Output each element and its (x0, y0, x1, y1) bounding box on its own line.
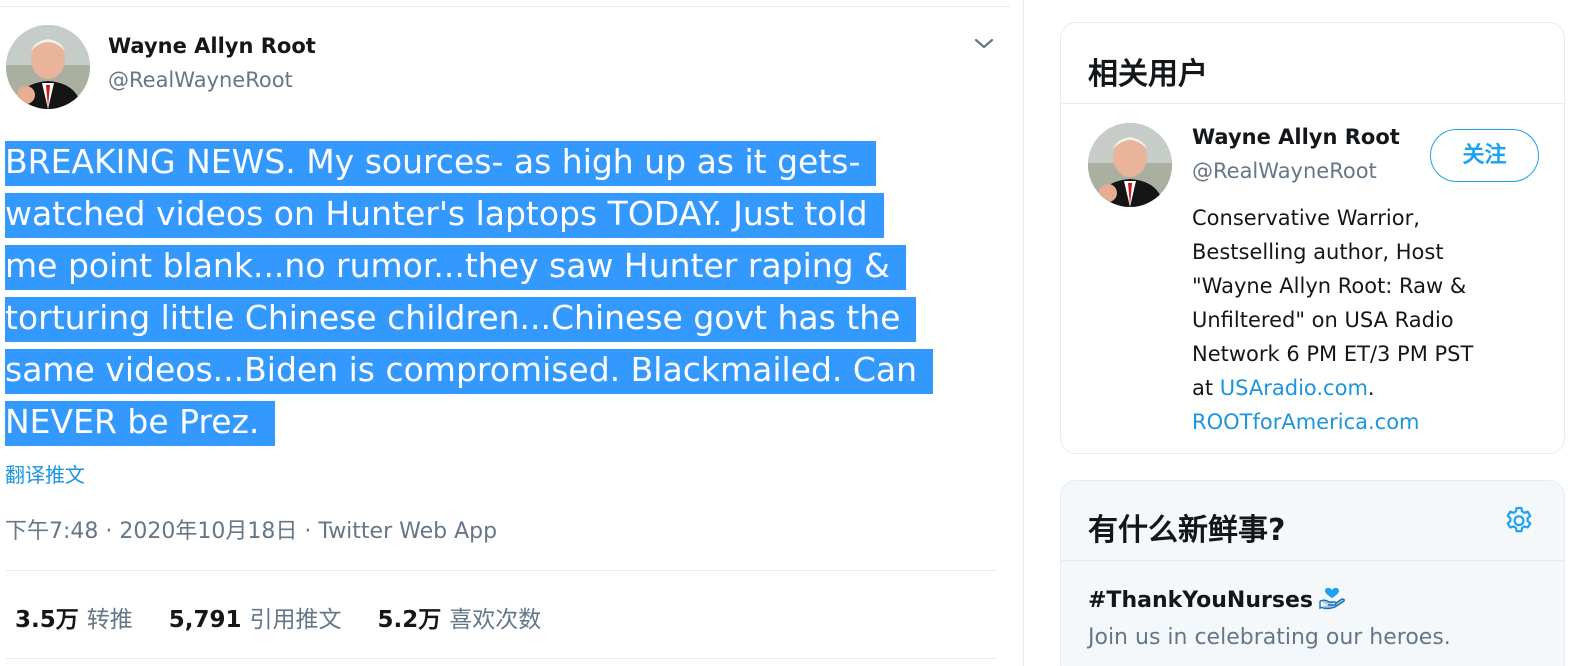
related-user-name[interactable]: Wayne Allyn Root (1192, 125, 1400, 149)
tweet-text-line: watched videos on Hunter's laptops TODAY… (5, 193, 884, 238)
bio-line: Unfiltered" on USA Radio (1192, 308, 1454, 332)
tweet-text-line: NEVER be Prez. (5, 401, 276, 446)
trend-item[interactable]: #ThankYouNurses (1088, 585, 1347, 613)
bio-link-usaradio[interactable]: USAradio.com (1220, 376, 1368, 400)
related-users-card: 相关用户 Wayne Allyn Root @RealWayneRoot 关注 … (1060, 22, 1565, 454)
bio-line: Bestselling author, Host (1192, 240, 1444, 264)
tweet-text-line: BREAKING NEWS. My sources- as high up as… (5, 141, 877, 186)
tweet-date: 2020年10月18日 (119, 519, 298, 544)
gear-icon[interactable] (1503, 505, 1535, 537)
divider (6, 658, 997, 659)
tweet-text-line: torturing little Chinese children...Chin… (5, 297, 917, 342)
tweet-text-line: me point blank...no rumor...they saw Hun… (5, 245, 906, 290)
likes-label: 喜欢次数 (449, 607, 542, 633)
divider (1061, 560, 1564, 561)
related-users-title: 相关用户 (1088, 57, 1208, 92)
bio-line: "Wayne Allyn Root: Raw & (1192, 274, 1467, 298)
follow-button[interactable]: 关注 (1430, 129, 1539, 182)
chevron-down-icon[interactable] (972, 34, 996, 54)
tweet-text-line: same videos...Biden is compromised. Blac… (5, 349, 934, 394)
meta-separator: · (304, 519, 312, 544)
retweets-stat[interactable]: 3.5万 转推 (15, 600, 133, 634)
bio-text: . (1367, 376, 1375, 400)
tweet-source: Twitter Web App (318, 519, 498, 544)
author-handle[interactable]: @RealWayneRoot (108, 68, 293, 92)
whats-happening-card: 有什么新鲜事? #ThankYouNurses Join us in celeb… (1060, 480, 1565, 666)
divider (6, 570, 997, 571)
author-name[interactable]: Wayne Allyn Root (108, 34, 316, 58)
bio-line: at USAradio.com. (1192, 371, 1542, 405)
quotes-stat[interactable]: 5,791 引用推文 (169, 600, 342, 634)
whats-happening-title: 有什么新鲜事? (1088, 513, 1286, 548)
likes-stat[interactable]: 5.2万 喜欢次数 (378, 600, 542, 634)
related-user-avatar[interactable] (1088, 123, 1172, 207)
avatar-photo (1088, 123, 1172, 207)
tweet-text: BREAKING NEWS. My sources- as high up as… (5, 136, 995, 448)
retweets-label: 转推 (86, 607, 133, 633)
tweet-stats: 3.5万 转推 5,791 引用推文 5.2万 喜欢次数 (15, 600, 577, 634)
quotes-label: 引用推文 (249, 607, 342, 633)
bio-line: Network 6 PM ET/3 PM PST (1192, 342, 1474, 366)
divider (1061, 103, 1564, 104)
meta-separator: · (105, 519, 113, 544)
likes-count: 5.2万 (377, 607, 442, 633)
quotes-count: 5,791 (168, 607, 242, 633)
trend-description: Join us in celebrating our heroes. (1088, 625, 1451, 650)
avatar-photo (6, 25, 90, 109)
bio-link-rootforamerica[interactable]: ROOTforAmerica.com (1192, 410, 1420, 434)
bio-line: ROOTforAmerica.com (1192, 405, 1542, 439)
divider (0, 6, 1010, 7)
trend-hashtag: #ThankYouNurses (1088, 588, 1313, 613)
related-user-handle[interactable]: @RealWayneRoot (1192, 159, 1377, 183)
tweet-detail: Wayne Allyn Root @RealWayneRoot BREAKING… (0, 0, 1024, 666)
nurse-heart-emoji-icon (1319, 587, 1345, 610)
tweet-time: 下午7:48 (5, 519, 99, 544)
translate-tweet-link[interactable]: 翻译推文 (5, 459, 85, 488)
tweet-timestamp[interactable]: 下午7:48 · 2020年10月18日 · Twitter Web App (5, 513, 497, 545)
bio-line: Conservative Warrior, (1192, 206, 1420, 230)
author-avatar[interactable] (6, 25, 90, 109)
retweets-count: 3.5万 (15, 607, 79, 633)
bio-text: at (1192, 376, 1220, 400)
related-user-bio: Conservative Warrior, Bestselling author… (1192, 201, 1542, 439)
